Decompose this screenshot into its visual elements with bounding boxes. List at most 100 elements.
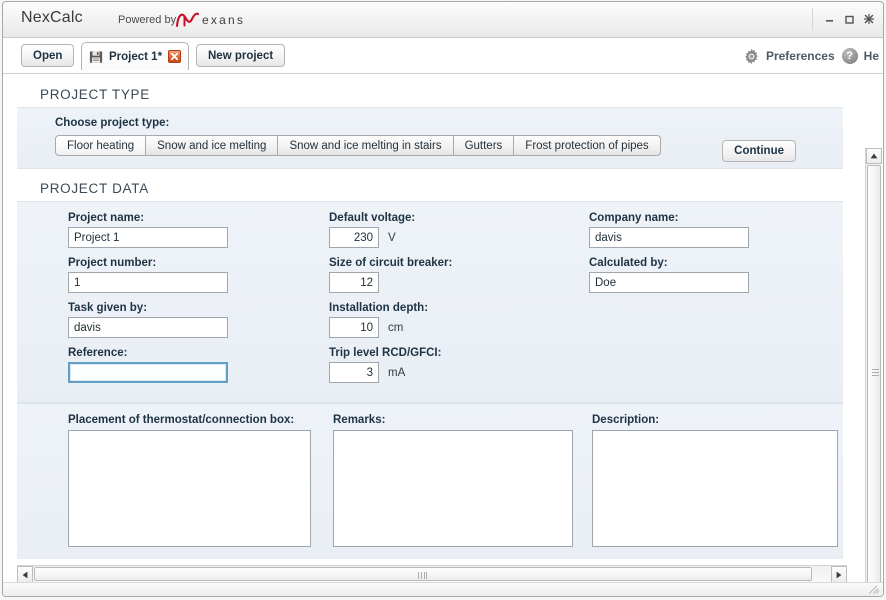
default-voltage-input[interactable]: 230: [329, 227, 379, 248]
window-controls: [812, 8, 879, 30]
installation-depth-unit: cm: [388, 321, 404, 334]
task-given-by-label: Task given by:: [68, 302, 148, 314]
horizontal-scroll-grip: [418, 572, 427, 579]
field-circuit-breaker: Size of circuit breaker: 12: [329, 257, 579, 293]
nexans-wave-icon: [175, 12, 200, 28]
preferences-label: Preferences: [765, 49, 835, 63]
trip-level-input[interactable]: 3: [329, 362, 379, 383]
reference-label: Reference:: [68, 347, 128, 359]
project-type-panel: Choose project type: Floor heating Snow …: [17, 107, 843, 169]
choose-project-type-label: Choose project type:: [55, 117, 170, 129]
remarks-label: Remarks:: [333, 414, 386, 426]
floppy-disk-icon: [89, 50, 103, 63]
field-company-name: Company name: davis: [589, 212, 839, 248]
calculated-by-label: Calculated by:: [589, 257, 668, 269]
status-bar: [3, 582, 883, 596]
project-type-floor-heating[interactable]: Floor heating: [55, 135, 147, 156]
question-mark-icon: ?: [841, 48, 858, 64]
chevron-left-icon: [22, 571, 28, 578]
circuit-breaker-input[interactable]: 12: [329, 272, 379, 293]
installation-depth-input[interactable]: 10: [329, 317, 379, 338]
trip-level-unit: mA: [388, 366, 406, 379]
maximize-icon[interactable]: [839, 10, 859, 28]
project-type-snow-ice-melting[interactable]: Snow and ice melting: [146, 135, 279, 156]
field-reference: Reference:: [68, 347, 318, 383]
default-voltage-unit: V: [388, 231, 396, 244]
vertical-scroll-grip: [872, 369, 879, 376]
minimize-icon[interactable]: [819, 10, 839, 28]
vertical-scrollbar[interactable]: [865, 148, 882, 596]
notes-panel: Placement of thermostat/connection box: …: [17, 403, 843, 559]
field-task-given-by: Task given by: davis: [68, 302, 318, 338]
new-project-button[interactable]: New project: [196, 44, 286, 67]
project-data-panel: Project name: Project 1 Project number: …: [17, 201, 843, 403]
description-textarea[interactable]: [592, 430, 838, 547]
project-type-snow-ice-melting-stairs[interactable]: Snow and ice melting in stairs: [278, 135, 454, 156]
field-project-name: Project name: Project 1: [68, 212, 318, 248]
app-title: NexCalc: [21, 9, 83, 26]
project-tab-label: Project 1*: [109, 50, 163, 63]
scroll-content: PROJECT TYPE Choose project type: Floor …: [17, 75, 847, 559]
continue-button[interactable]: Continue: [722, 140, 796, 162]
open-button[interactable]: Open: [21, 44, 75, 67]
trip-level-label: Trip level RCD/GFCI:: [329, 347, 442, 359]
horizontal-scroll-thumb[interactable]: [34, 567, 812, 581]
default-voltage-label: Default voltage:: [329, 212, 416, 224]
company-name-input[interactable]: davis: [589, 227, 749, 248]
project-name-input[interactable]: Project 1: [68, 227, 228, 248]
project-data-section-title: PROJECT DATA: [40, 181, 149, 196]
help-label: He: [863, 49, 879, 63]
chevron-up-icon: [870, 153, 878, 159]
application-window: NexCalc Powered by exans Open Project 1*…: [0, 0, 886, 600]
content-area: PROJECT TYPE Choose project type: Floor …: [3, 75, 883, 596]
toolbar: Open Project 1* New project Preferences …: [3, 38, 883, 74]
installation-depth-label: Installation depth:: [329, 302, 429, 314]
field-thermostat-placement: Placement of thermostat/connection box:: [68, 414, 311, 547]
title-bar: NexCalc Powered by exans: [3, 2, 883, 38]
project-type-section-title: PROJECT TYPE: [40, 87, 150, 102]
toolbar-right-group: Preferences ? He: [743, 38, 883, 74]
field-trip-level: Trip level RCD/GFCI: 3 mA: [329, 347, 579, 383]
vertical-scroll-track[interactable]: [866, 164, 882, 596]
reference-input[interactable]: [68, 362, 228, 383]
horizontal-scrollbar[interactable]: [17, 565, 847, 583]
calculated-by-input[interactable]: Doe: [589, 272, 749, 293]
task-given-by-input[interactable]: davis: [68, 317, 228, 338]
field-default-voltage: Default voltage: 230 V: [329, 212, 579, 248]
remarks-textarea[interactable]: [333, 430, 573, 547]
scroll-left-button[interactable]: [17, 566, 33, 583]
project-data-column-right: Company name: davis Calculated by: Doe: [589, 212, 839, 302]
company-name-label: Company name:: [589, 212, 679, 224]
project-name-label: Project name:: [68, 212, 145, 224]
gear-icon: [745, 48, 758, 64]
field-remarks: Remarks:: [333, 414, 573, 547]
vertical-scroll-thumb[interactable]: [867, 165, 881, 589]
description-label: Description:: [592, 414, 660, 426]
field-calculated-by: Calculated by: Doe: [589, 257, 839, 293]
field-description: Description:: [592, 414, 838, 547]
project-tab[interactable]: Project 1*: [81, 42, 190, 70]
horizontal-scroll-track[interactable]: [33, 566, 831, 583]
main-window: NexCalc Powered by exans Open Project 1*…: [2, 1, 884, 597]
nexans-logo: exans: [175, 8, 245, 32]
thermostat-placement-label: Placement of thermostat/connection box:: [68, 414, 295, 426]
preferences-button[interactable]: Preferences: [743, 48, 835, 65]
thermostat-placement-textarea[interactable]: [68, 430, 311, 547]
nexans-wordmark: exans: [202, 13, 246, 27]
help-button[interactable]: ? He: [841, 48, 879, 64]
scroll-right-button[interactable]: [831, 566, 847, 583]
close-icon[interactable]: [859, 10, 879, 28]
resize-grip-icon[interactable]: [869, 584, 880, 594]
chevron-right-icon: [836, 571, 842, 578]
project-data-column-middle: Default voltage: 230 V Size of circuit b…: [329, 212, 579, 392]
project-type-frost-protection[interactable]: Frost protection of pipes: [514, 135, 661, 156]
project-number-input[interactable]: 1: [68, 272, 228, 293]
project-tab-close-icon[interactable]: [168, 50, 182, 63]
field-project-number: Project number: 1: [68, 257, 318, 293]
project-type-gutters[interactable]: Gutters: [453, 135, 515, 156]
project-number-label: Project number:: [68, 257, 157, 269]
field-installation-depth: Installation depth: 10 cm: [329, 302, 579, 338]
powered-by-label: Powered by: [118, 14, 177, 26]
project-data-column-left: Project name: Project 1 Project number: …: [68, 212, 318, 392]
scroll-up-button[interactable]: [866, 148, 882, 164]
